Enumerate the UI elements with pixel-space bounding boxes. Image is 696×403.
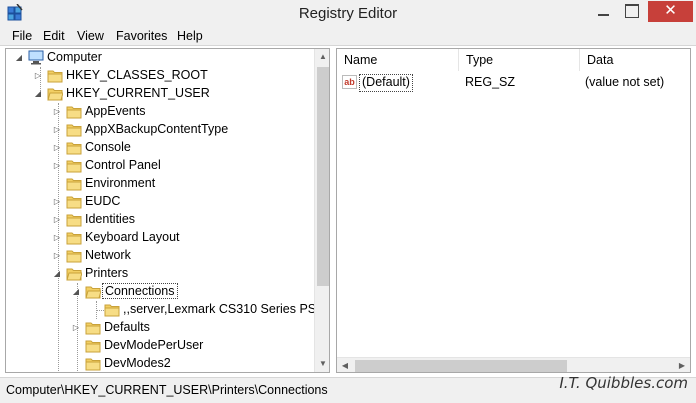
maximize-button[interactable] (625, 4, 639, 18)
tree-label: ,,server,Lexmark CS310 Series PS3 (123, 302, 324, 316)
folder-open-icon (85, 286, 101, 299)
folder-icon (66, 250, 82, 263)
tree-vertical-scrollbar[interactable]: ▲ ▼ (314, 49, 329, 372)
tree-label: Environment (85, 176, 156, 190)
menu-help[interactable]: Help (177, 29, 203, 43)
expand-icon[interactable]: ▷ (71, 323, 81, 333)
folder-open-icon (66, 268, 82, 281)
menu-favorites[interactable]: Favorites (116, 29, 167, 43)
expand-icon[interactable]: ▷ (52, 233, 62, 243)
collapse-icon[interactable]: ◢ (33, 89, 43, 99)
tree-label: AppEvents (85, 104, 146, 118)
string-value-icon: ab (342, 75, 357, 89)
status-path: Computer\HKEY_CURRENT_USER\Printers\Conn… (6, 383, 328, 397)
column-header-name[interactable]: Name (337, 49, 459, 71)
collapse-icon[interactable]: ◢ (71, 287, 81, 297)
expand-icon[interactable]: ▷ (52, 215, 62, 225)
title-bar: Registry Editor ✕ (0, 0, 696, 27)
computer-icon (28, 50, 44, 65)
folder-icon (66, 178, 82, 191)
expand-icon[interactable]: ▷ (52, 125, 62, 135)
value-name: (Default) (359, 74, 413, 92)
column-header-type[interactable]: Type (459, 49, 580, 71)
folder-icon (85, 322, 101, 335)
scroll-up-icon[interactable]: ▲ (315, 49, 329, 65)
minimize-button[interactable] (596, 6, 612, 20)
expand-icon[interactable]: ▷ (52, 107, 62, 117)
folder-icon (66, 232, 82, 245)
menu-edit[interactable]: Edit (43, 29, 65, 43)
folder-icon (104, 304, 120, 317)
tree-label: Identities (85, 212, 136, 226)
scroll-thumb[interactable] (355, 360, 567, 372)
folder-icon (66, 124, 82, 137)
collapse-icon[interactable]: ◢ (52, 269, 62, 279)
scroll-right-icon[interactable]: ▶ (674, 358, 690, 372)
tree-label: AppXBackupContentType (85, 122, 229, 136)
tree-label: Defaults (104, 320, 150, 334)
folder-icon (66, 142, 82, 155)
collapse-icon[interactable]: ◢ (14, 53, 24, 63)
expand-icon[interactable]: ▷ (52, 197, 62, 207)
value-type: REG_SZ (465, 75, 516, 89)
expand-icon[interactable]: ▷ (33, 71, 43, 81)
window-title: Registry Editor (298, 5, 398, 22)
tree-label: Network (85, 248, 131, 262)
scroll-down-icon[interactable]: ▼ (315, 356, 329, 372)
scroll-left-icon[interactable]: ◀ (337, 358, 353, 372)
folder-icon (85, 340, 101, 353)
registry-tree[interactable]: ◢ Computer ▷ HKEY_CLASSES_ROOT ◢ HKEY_CU… (5, 48, 330, 373)
tree-label: HKEY_CURRENT_USER (66, 86, 210, 100)
values-list[interactable]: Name Type Data ab (Default) REG_SZ (valu… (336, 48, 691, 373)
tree-label: HKEY_CLASSES_ROOT (66, 68, 208, 82)
folder-icon (66, 160, 82, 173)
close-button[interactable]: ✕ (648, 1, 693, 22)
tree-label: Console (85, 140, 131, 154)
expand-icon[interactable]: ▷ (52, 161, 62, 171)
tree-label: Printers (85, 266, 129, 280)
column-header-data[interactable]: Data (580, 49, 690, 71)
menu-view[interactable]: View (77, 29, 104, 43)
list-horizontal-scrollbar[interactable]: ◀ ▶ (337, 357, 690, 372)
tree-label-selected: Connections (102, 283, 178, 299)
menu-bar: File Edit View Favorites Help (0, 27, 696, 46)
folder-icon (66, 106, 82, 119)
menu-file[interactable]: File (12, 29, 32, 43)
tree-label: DevModes2 (104, 356, 171, 370)
folder-open-icon (47, 88, 63, 101)
tree-label: EUDC (85, 194, 121, 208)
tree-label: DevModePerUser (104, 338, 204, 352)
tree-label: Computer (47, 50, 102, 64)
folder-icon (66, 196, 82, 209)
folder-icon (85, 358, 101, 371)
folder-icon (47, 70, 63, 83)
expand-icon[interactable]: ▷ (52, 251, 62, 261)
value-data: (value not set) (585, 75, 665, 89)
tree-label: Control Panel (85, 158, 161, 172)
tree-label: Keyboard Layout (85, 230, 180, 244)
close-icon: ✕ (664, 2, 677, 19)
watermark: I.T. Quibbles.com (559, 374, 688, 392)
folder-icon (66, 214, 82, 227)
scroll-thumb[interactable] (317, 67, 329, 286)
expand-icon[interactable]: ▷ (52, 143, 62, 153)
